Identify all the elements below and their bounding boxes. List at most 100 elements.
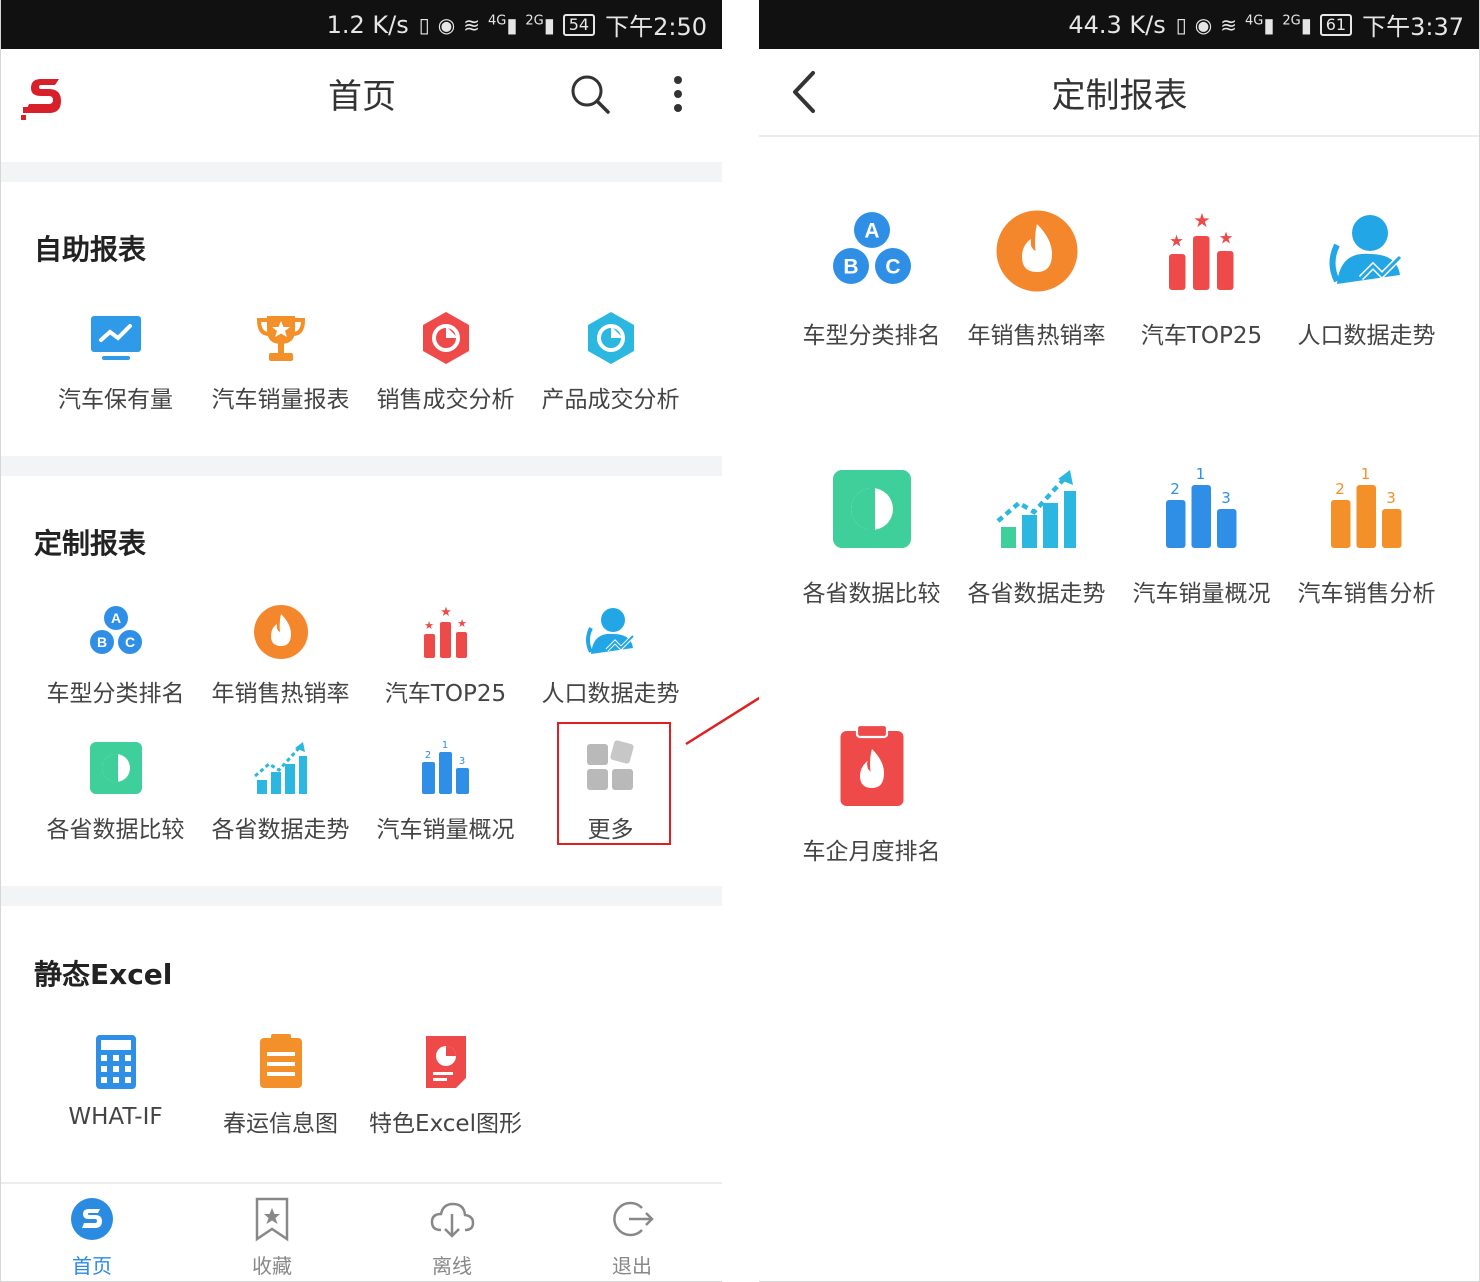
tile-model-category-rank[interactable]: ABC 车型分类排名 — [789, 206, 954, 350]
custom-reports-screen: 44.3 K/s ▯ ◉ ≋ 4G▮ 2G▮ 61 下午3:37 定制报表 AB… — [759, 0, 1480, 1282]
battery-icon: 61 — [1319, 13, 1353, 36]
svg-text:B: B — [96, 634, 106, 650]
svg-text:C: C — [885, 256, 900, 279]
tile-car-top25[interactable]: ★ ★ ★ 汽车TOP25 — [1119, 206, 1284, 350]
back-arrow-icon[interactable] — [785, 69, 825, 115]
tile-what-if[interactable]: WHAT-IF — [33, 1032, 198, 1130]
signal-icon-2: 2G▮ — [1282, 12, 1312, 37]
app-header: 首页 — [1, 49, 722, 137]
search-icon[interactable] — [567, 71, 613, 117]
logout-icon — [613, 1201, 654, 1237]
battery-icon: 54 — [562, 13, 596, 36]
svg-text:B: B — [843, 256, 858, 279]
tile-annual-hot-sales[interactable]: 年销售热销率 — [198, 602, 363, 708]
tile-car-sales-report[interactable]: 汽车销量报表 — [198, 308, 363, 414]
svg-text:C: C — [124, 634, 134, 650]
podium-bars-icon: 213 — [416, 738, 476, 798]
hexagon-pie-icon — [416, 308, 476, 368]
tile-car-ownership[interactable]: 汽车保有量 — [33, 308, 198, 414]
tab-favorites[interactable]: 收藏 — [212, 1196, 332, 1279]
wifi-icon: ≋ — [463, 12, 480, 37]
tile-car-sales-overview[interactable]: 213 汽车销量概况 — [1119, 464, 1284, 608]
vibrate-icon: ▯ — [1175, 12, 1187, 37]
tile-annual-hot-sales[interactable]: 年销售热销率 — [954, 206, 1119, 350]
tab-offline[interactable]: 离线 — [392, 1196, 512, 1279]
tile-car-sales-analysis[interactable]: 213 汽车销售分析 — [1284, 464, 1449, 608]
tile-sales-deal-analysis[interactable]: 销售成交分析 — [363, 308, 528, 414]
net-speed: 44.3 K/s — [1068, 10, 1166, 39]
svg-text:3: 3 — [1221, 489, 1231, 507]
monitor-chart-icon — [86, 308, 146, 368]
eye-icon: ◉ — [1194, 12, 1213, 37]
tile-province-compare[interactable]: 各省数据比较 — [789, 464, 954, 608]
svg-text:A: A — [864, 220, 879, 243]
page-title: 定制报表 — [1051, 75, 1188, 116]
star-bars-icon: ★ ★ ★ — [416, 602, 476, 662]
svg-text:★: ★ — [1169, 232, 1184, 251]
signal-icon-2: 2G▮ — [525, 12, 555, 37]
tile-population-trend[interactable]: 人口数据走势 — [528, 602, 693, 708]
person-trend-icon — [581, 602, 641, 662]
app-header: 定制报表 — [759, 49, 1479, 137]
svg-text:★: ★ — [457, 617, 467, 630]
tile-province-trend[interactable]: 各省数据走势 — [954, 464, 1119, 608]
page-title: 首页 — [328, 76, 396, 117]
svg-text:1: 1 — [1360, 465, 1370, 483]
section-divider — [1, 886, 722, 906]
tile-population-trend[interactable]: 人口数据走势 — [1284, 206, 1449, 350]
svg-text:★: ★ — [1193, 209, 1210, 232]
eye-icon: ◉ — [437, 12, 456, 37]
tile-car-sales-overview[interactable]: 213 汽车销量概况 — [363, 738, 528, 844]
abc-circles-icon: AB C — [827, 206, 917, 296]
tab-home[interactable]: 首页 — [32, 1196, 152, 1279]
podium-bars-orange-icon: 213 — [1322, 464, 1412, 554]
tile-province-compare[interactable]: 各省数据比较 — [33, 738, 198, 844]
section-title-static-excel: 静态Excel — [34, 958, 173, 991]
clipboard-fire-icon — [827, 722, 917, 812]
status-bar: 1.2 K/s ▯ ◉ ≋ 4G▮ 2G▮ 54 下午2:50 — [1, 0, 722, 49]
tile-model-category-rank[interactable]: ABC 车型分类排名 — [33, 602, 198, 708]
clock: 下午2:50 — [605, 13, 707, 41]
fire-circle-icon — [251, 602, 311, 662]
calculator-icon — [86, 1032, 146, 1092]
rising-bars-icon — [992, 464, 1082, 554]
fire-circle-icon — [992, 206, 1082, 296]
doc-pie-icon — [416, 1032, 476, 1092]
app-logo-icon[interactable] — [21, 73, 69, 121]
svg-text:1: 1 — [441, 740, 447, 751]
cloud-download-icon — [430, 1202, 475, 1238]
status-bar: 44.3 K/s ▯ ◉ ≋ 4G▮ 2G▮ 61 下午3:37 — [759, 0, 1479, 49]
composite-screenshot: 1.2 K/s ▯ ◉ ≋ 4G▮ 2G▮ 54 下午2:50 首页 自助报表 … — [0, 0, 1480, 1282]
signal-icon-1: 4G▮ — [1244, 12, 1275, 37]
section-divider — [1, 456, 722, 476]
podium-bars-icon: 213 — [1157, 464, 1247, 554]
svg-text:★: ★ — [440, 605, 452, 620]
home-logo-icon — [71, 1198, 113, 1240]
abc-circles-icon: AB C — [86, 602, 146, 662]
home-screen: 1.2 K/s ▯ ◉ ≋ 4G▮ 2G▮ 54 下午2:50 首页 自助报表 … — [0, 0, 722, 1282]
compare-square-icon — [86, 738, 146, 798]
clock: 下午3:37 — [1362, 13, 1464, 41]
tile-spring-travel-infographic[interactable]: 春运信息图 — [198, 1032, 363, 1138]
tile-automaker-monthly-rank[interactable]: 车企月度排名 — [789, 722, 954, 866]
tile-province-trend[interactable]: 各省数据走势 — [198, 738, 363, 844]
bottom-tab-bar: 首页 收藏 离线 退出 — [1, 1182, 722, 1281]
bookmark-star-icon — [255, 1197, 289, 1242]
trophy-icon — [251, 308, 311, 368]
vibrate-icon: ▯ — [418, 12, 430, 37]
tile-car-top25[interactable]: ★ ★ ★ 汽车TOP25 — [363, 602, 528, 708]
svg-text:2: 2 — [1170, 480, 1180, 498]
highlight-box — [557, 722, 671, 845]
svg-text:3: 3 — [458, 756, 464, 767]
hexagon-pie-icon — [581, 308, 641, 368]
more-menu-icon[interactable] — [665, 71, 691, 117]
svg-text:★: ★ — [1218, 229, 1233, 248]
svg-text:A: A — [110, 610, 120, 626]
tile-excel-graphics[interactable]: 特色Excel图形 — [363, 1032, 528, 1138]
rising-bars-icon — [251, 738, 311, 798]
tab-logout[interactable]: 退出 — [572, 1196, 692, 1279]
svg-text:2: 2 — [1335, 480, 1345, 498]
tile-product-deal-analysis[interactable]: 产品成交分析 — [528, 308, 693, 414]
svg-text:2: 2 — [424, 750, 430, 761]
signal-icon-1: 4G▮ — [487, 12, 518, 37]
